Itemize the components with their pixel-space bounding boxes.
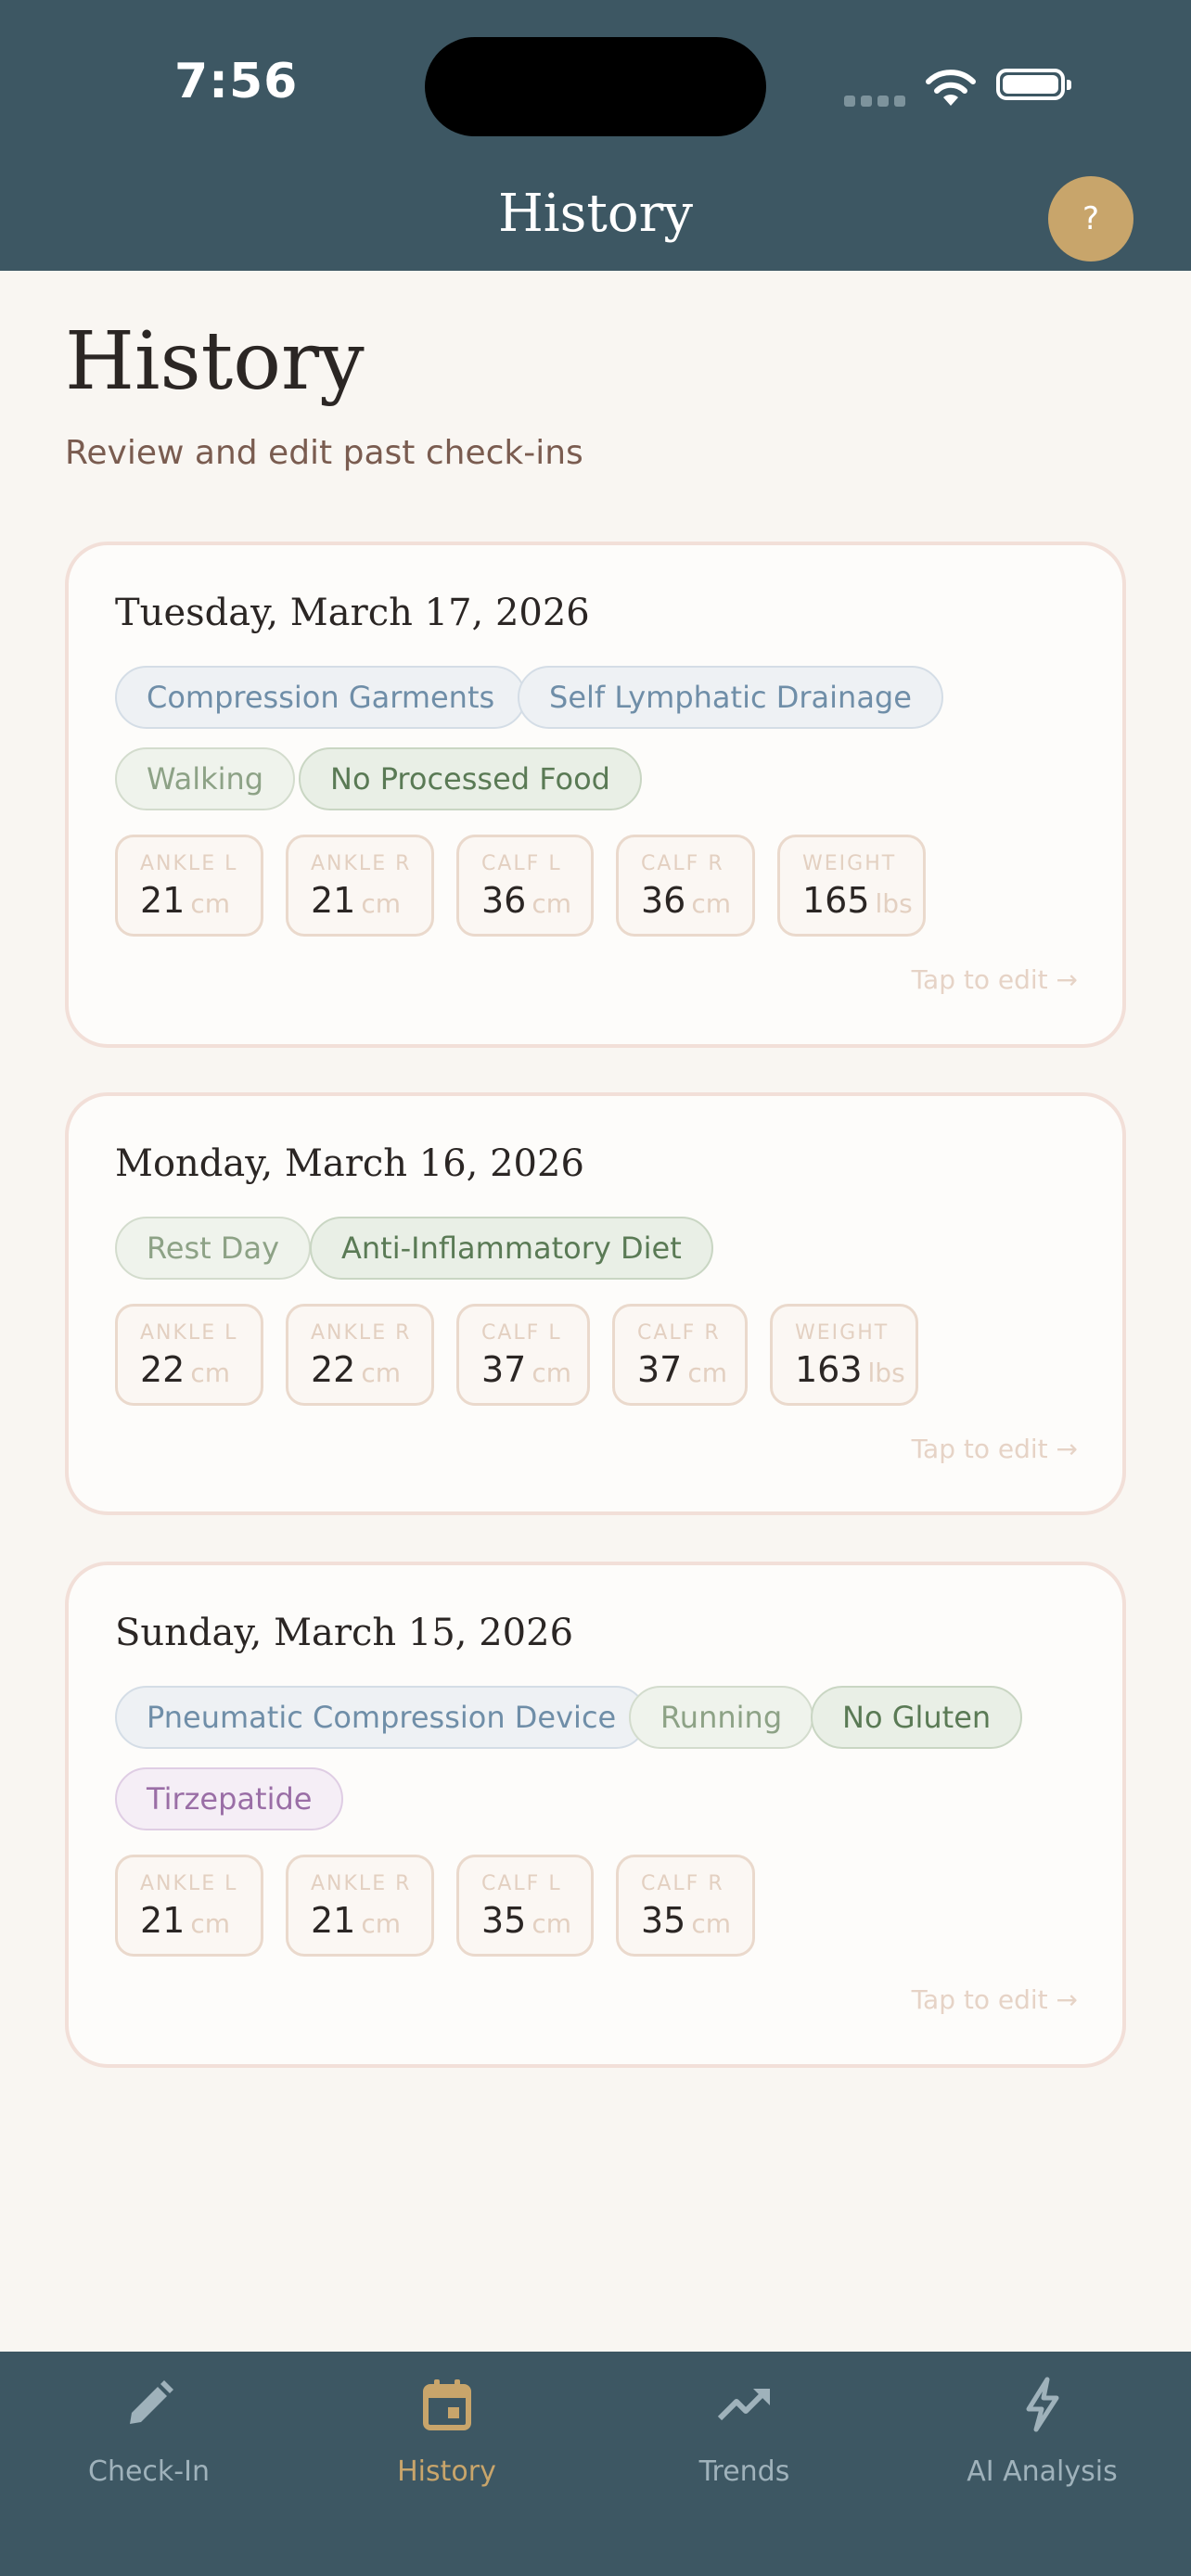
metric-weight: WEIGHT 165 lbs bbox=[777, 835, 926, 937]
tag-diet: No Processed Food bbox=[299, 747, 642, 810]
card-date: Monday, March 16, 2026 bbox=[115, 1142, 584, 1185]
metric-ankle-left: ANKLE L 21 cm bbox=[115, 835, 263, 937]
metric-calf-right: CALF R 36 cm bbox=[616, 835, 755, 937]
tab-label: History bbox=[397, 2455, 496, 2488]
tag-treatment: Compression Garments bbox=[115, 666, 527, 729]
tag-activity: Walking bbox=[115, 747, 296, 810]
battery-icon bbox=[996, 69, 1071, 100]
lightning-icon bbox=[1026, 2377, 1059, 2432]
help-button[interactable]: ? bbox=[1048, 176, 1133, 261]
metric-calf-right: CALF R 35 cm bbox=[616, 1855, 755, 1957]
metric-calf-right: CALF R 37 cm bbox=[612, 1304, 748, 1406]
status-indicators bbox=[844, 63, 1085, 109]
cellular-signal-icon bbox=[844, 93, 911, 110]
metric-ankle-right: ANKLE R 21 cm bbox=[286, 1855, 434, 1957]
tab-label: Check-In bbox=[88, 2455, 210, 2488]
tab-bar: Check-In History Trends AI Analysis bbox=[0, 2352, 1191, 2576]
nav-title: History bbox=[497, 184, 694, 244]
metric-ankle-left: ANKLE L 22 cm bbox=[115, 1304, 263, 1406]
metric-calf-left: CALF L 36 cm bbox=[456, 835, 594, 937]
top-bar: 7:56 History ? bbox=[0, 0, 1191, 271]
wifi-icon bbox=[926, 70, 976, 106]
metric-weight: WEIGHT 163 lbs bbox=[770, 1304, 918, 1406]
history-card[interactable]: Monday, March 16, 2026 Rest Day Anti-Inf… bbox=[65, 1092, 1126, 1515]
tap-to-edit-link[interactable]: Tap to edit → bbox=[912, 964, 1078, 995]
pencil-icon bbox=[130, 2380, 173, 2424]
status-time: 7:56 bbox=[174, 54, 299, 109]
tag-diet: No Gluten bbox=[811, 1686, 1023, 1749]
metric-calf-left: CALF L 35 cm bbox=[456, 1855, 594, 1957]
tab-ai-analysis[interactable]: AI Analysis bbox=[893, 2352, 1191, 2576]
tab-trends[interactable]: Trends bbox=[596, 2352, 893, 2576]
tab-history[interactable]: History bbox=[298, 2352, 596, 2576]
trending-up-icon bbox=[717, 2389, 770, 2421]
tab-label: Trends bbox=[698, 2455, 790, 2488]
tab-check-in[interactable]: Check-In bbox=[0, 2352, 298, 2576]
metric-ankle-left: ANKLE L 21 cm bbox=[115, 1855, 263, 1957]
tag-treatment: Pneumatic Compression Device bbox=[115, 1686, 648, 1749]
tag-treatment: Self Lymphatic Drainage bbox=[518, 666, 943, 729]
tab-label: AI Analysis bbox=[967, 2455, 1118, 2488]
history-card[interactable]: Sunday, March 15, 2026 Pneumatic Compres… bbox=[65, 1562, 1126, 2068]
metric-ankle-right: ANKLE R 21 cm bbox=[286, 835, 434, 937]
calendar-icon bbox=[423, 2379, 471, 2430]
tag-diet: Anti-Inflammatory Diet bbox=[310, 1217, 713, 1280]
tap-to-edit-link[interactable]: Tap to edit → bbox=[912, 1984, 1078, 2015]
tag-activity: Running bbox=[629, 1686, 814, 1749]
tag-activity: Rest Day bbox=[115, 1217, 312, 1280]
metric-ankle-right: ANKLE R 22 cm bbox=[286, 1304, 434, 1406]
tag-medication: Tirzepatide bbox=[115, 1767, 344, 1830]
dynamic-island bbox=[425, 37, 766, 136]
history-card[interactable]: Tuesday, March 17, 2026 Compression Garm… bbox=[65, 542, 1126, 1048]
page-subtitle: Review and edit past check-ins bbox=[65, 434, 583, 472]
metric-calf-left: CALF L 37 cm bbox=[456, 1304, 590, 1406]
page-title: History bbox=[65, 315, 365, 408]
card-date: Sunday, March 15, 2026 bbox=[115, 1612, 574, 1654]
card-date: Tuesday, March 17, 2026 bbox=[115, 592, 590, 634]
tap-to-edit-link[interactable]: Tap to edit → bbox=[912, 1434, 1078, 1464]
